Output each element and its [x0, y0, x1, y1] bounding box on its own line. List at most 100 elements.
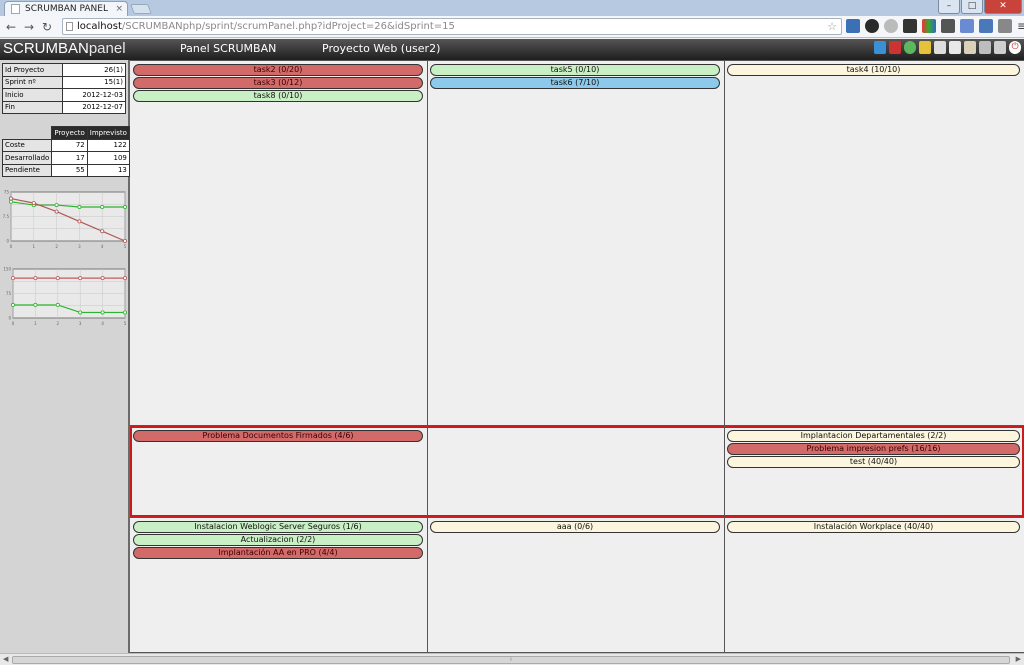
- header-tools: ⏻: [871, 41, 1021, 54]
- extension-icon[interactable]: [846, 19, 860, 33]
- data-point: [123, 276, 128, 281]
- extension-bar: ≡: [846, 19, 1024, 33]
- add-icon[interactable]: [904, 41, 916, 54]
- cost-imprevisto: 109: [86, 151, 130, 165]
- horizontal-scrollbar[interactable]: ◀ ⁞ ▶: [0, 653, 1024, 665]
- cost-imprevisto: 13: [86, 163, 130, 177]
- y-tick-label: 0: [6, 239, 9, 244]
- page-icon: [66, 22, 73, 31]
- back-icon[interactable]: ←: [4, 19, 18, 35]
- extension-icon[interactable]: [979, 19, 993, 33]
- task-card[interactable]: task5 (0/10): [430, 64, 720, 76]
- close-tab-icon[interactable]: ×: [115, 2, 123, 16]
- data-point: [123, 310, 128, 315]
- table-row: Pendiente 55 13: [1, 163, 130, 177]
- y-tick-label: 75: [4, 190, 10, 195]
- x-tick-label: 3: [79, 321, 82, 326]
- extension-icon[interactable]: [960, 19, 974, 33]
- info-value: 26(1): [62, 63, 126, 77]
- task-card[interactable]: Instalacion Weblogic Server Seguros (1/6…: [133, 521, 423, 533]
- x-tick-label: 0: [12, 321, 15, 326]
- extension-icon[interactable]: [941, 19, 955, 33]
- info-label: Id Proyecto: [1, 63, 64, 77]
- y-tick-label: 37.5: [3, 214, 9, 219]
- task-card[interactable]: Problema impresion prefs (16/16): [727, 443, 1020, 455]
- x-tick-label: 4: [101, 244, 104, 249]
- task-card[interactable]: aaa (0/6): [430, 521, 720, 533]
- forward-icon[interactable]: →: [22, 19, 36, 35]
- column-divider: [724, 60, 725, 653]
- data-point: [55, 276, 60, 281]
- shield-icon[interactable]: [903, 19, 917, 33]
- eye-icon[interactable]: [884, 19, 898, 33]
- power-icon[interactable]: ⏻: [1009, 41, 1021, 54]
- cost-proyecto: 55: [51, 163, 88, 177]
- data-point: [77, 205, 82, 210]
- info-value: 2012-12-03: [62, 88, 126, 102]
- logo-panel: panel: [88, 40, 126, 57]
- scroll-thumb[interactable]: ⁞: [12, 656, 1010, 664]
- column-header: Proyecto: [51, 126, 88, 140]
- task-card[interactable]: task2 (0/20): [133, 64, 423, 76]
- copy-icon[interactable]: [934, 41, 946, 54]
- task-card[interactable]: task4 (10/10): [727, 64, 1020, 76]
- list-icon[interactable]: [964, 41, 976, 54]
- task-card[interactable]: Instalación Workplace (40/40): [727, 521, 1020, 533]
- table-row: Sprint nº 15(1): [1, 75, 126, 89]
- extension-icon[interactable]: [998, 19, 1012, 33]
- url-host: localhost: [77, 21, 122, 32]
- task-card[interactable]: test (40/40): [727, 456, 1020, 468]
- task-card[interactable]: task3 (0/12): [133, 77, 423, 89]
- sidebar: Id Proyecto 26(1) Sprint nº 15(1) Inicio 20…: [0, 60, 130, 655]
- users-icon[interactable]: [979, 41, 991, 54]
- browser-tab[interactable]: SCRUMBAN PANEL ×: [4, 1, 128, 16]
- data-point: [77, 219, 82, 224]
- app-header: SCRUMBANpanel Panel SCRUMBAN Proyecto We…: [0, 39, 1024, 60]
- x-tick-label: 1: [34, 321, 37, 326]
- refresh-icon[interactable]: [874, 41, 886, 54]
- cost-label: Pendiente: [1, 163, 53, 177]
- minimize-button[interactable]: –: [938, 0, 960, 14]
- data-point: [100, 310, 105, 315]
- extension-icon[interactable]: [865, 19, 879, 33]
- extension-icon[interactable]: [922, 19, 936, 33]
- info-label: Inicio: [1, 88, 64, 102]
- data-point: [9, 199, 14, 204]
- bookmark-star-icon[interactable]: ☆: [827, 19, 837, 34]
- task-card[interactable]: Implantación AA en PRO (4/4): [133, 547, 423, 559]
- blank-header: [2, 126, 52, 139]
- data-point: [100, 229, 105, 234]
- table-header-row: Proyecto Imprevisto: [2, 126, 130, 140]
- data-point: [9, 196, 14, 201]
- burndown-chart: 0 1 2 3 4 5 0 37.5 75: [3, 190, 128, 250]
- maximize-button[interactable]: □: [961, 0, 983, 14]
- task-card[interactable]: task8 (0/10): [133, 90, 423, 102]
- task-card[interactable]: Actualizacion (2/2): [133, 534, 423, 546]
- scroll-left-icon[interactable]: ◀: [3, 655, 8, 663]
- y-tick-label: 0: [8, 316, 11, 321]
- document-icon[interactable]: [949, 41, 961, 54]
- print-icon[interactable]: [994, 41, 1006, 54]
- scroll-right-icon[interactable]: ▶: [1016, 655, 1021, 663]
- folder-icon[interactable]: [919, 41, 931, 54]
- data-point: [123, 239, 128, 244]
- close-window-button[interactable]: ✕: [984, 0, 1022, 14]
- address-bar[interactable]: localhost/SCRUMBANphp/sprint/scrumPanel.…: [62, 18, 842, 35]
- task-card[interactable]: Implantacion Departamentales (2/2): [727, 430, 1020, 442]
- costs-table: Proyecto Imprevisto Coste 72 122 Desarrolla…: [1, 126, 130, 177]
- lock-icon[interactable]: [889, 41, 901, 54]
- browser-chrome: SCRUMBAN PANEL × – □ ✕ ← → ↻ localhost/S…: [0, 0, 1024, 38]
- reload-icon[interactable]: ↻: [40, 19, 54, 35]
- new-tab-button[interactable]: [130, 4, 152, 14]
- data-point: [100, 205, 105, 210]
- data-point: [54, 209, 59, 214]
- app-logo: SCRUMBANpanel: [3, 40, 126, 58]
- x-tick-label: 2: [57, 321, 60, 326]
- info-value: 15(1): [62, 75, 126, 89]
- menu-icon[interactable]: ≡: [1017, 19, 1024, 33]
- task-card[interactable]: task6 (7/10): [430, 77, 720, 89]
- task-card[interactable]: Problema Documentos Firmados (4/6): [133, 430, 423, 442]
- scrumban-board: task2 (0/20) task3 (0/12) task8 (0/10) task…: [130, 60, 1024, 653]
- data-point: [100, 276, 105, 281]
- data-point: [10, 276, 15, 281]
